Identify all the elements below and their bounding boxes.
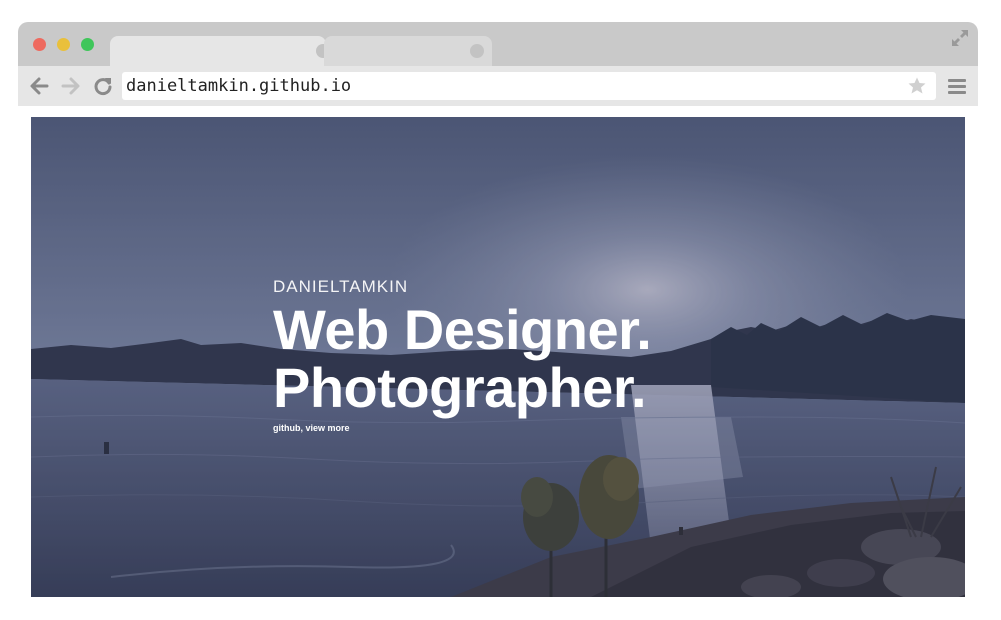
minimize-window-button[interactable] [57, 38, 70, 51]
hero-headline-line2: Photographer. [273, 356, 647, 419]
browser-tab-active[interactable] [110, 36, 330, 66]
view-more-link[interactable]: view more [306, 423, 350, 433]
expand-icon[interactable] [950, 28, 970, 48]
address-bar[interactable]: danieltamkin.github.io [122, 72, 936, 100]
hero-text: DANIELTAMKIN Web Designer. Photographer.… [273, 277, 652, 433]
browser-titlebar [18, 22, 978, 66]
reload-icon[interactable] [92, 75, 114, 97]
back-arrow-icon[interactable] [28, 75, 50, 97]
hero-headline-line1: Web Designer. [273, 298, 652, 361]
github-link[interactable]: github [273, 423, 301, 433]
hamburger-menu-icon[interactable] [948, 76, 966, 96]
hero-links: github, view more [273, 423, 651, 433]
address-bar-url[interactable]: danieltamkin.github.io [126, 76, 351, 96]
page-viewport: DANIELTAMKIN Web Designer. Photographer.… [31, 117, 965, 597]
maximize-window-button[interactable] [81, 38, 94, 51]
close-window-button[interactable] [33, 38, 46, 51]
browser-tab-inactive[interactable] [324, 36, 492, 66]
site-brand-name: DANIELTAMKIN [273, 277, 409, 296]
star-icon[interactable] [907, 76, 927, 96]
browser-toolbar: danieltamkin.github.io [18, 66, 978, 106]
tab-close-button[interactable] [470, 44, 484, 58]
browser-window: danieltamkin.github.io DANIELTAMKIN Web … [18, 22, 978, 602]
forward-arrow-icon[interactable] [60, 75, 82, 97]
